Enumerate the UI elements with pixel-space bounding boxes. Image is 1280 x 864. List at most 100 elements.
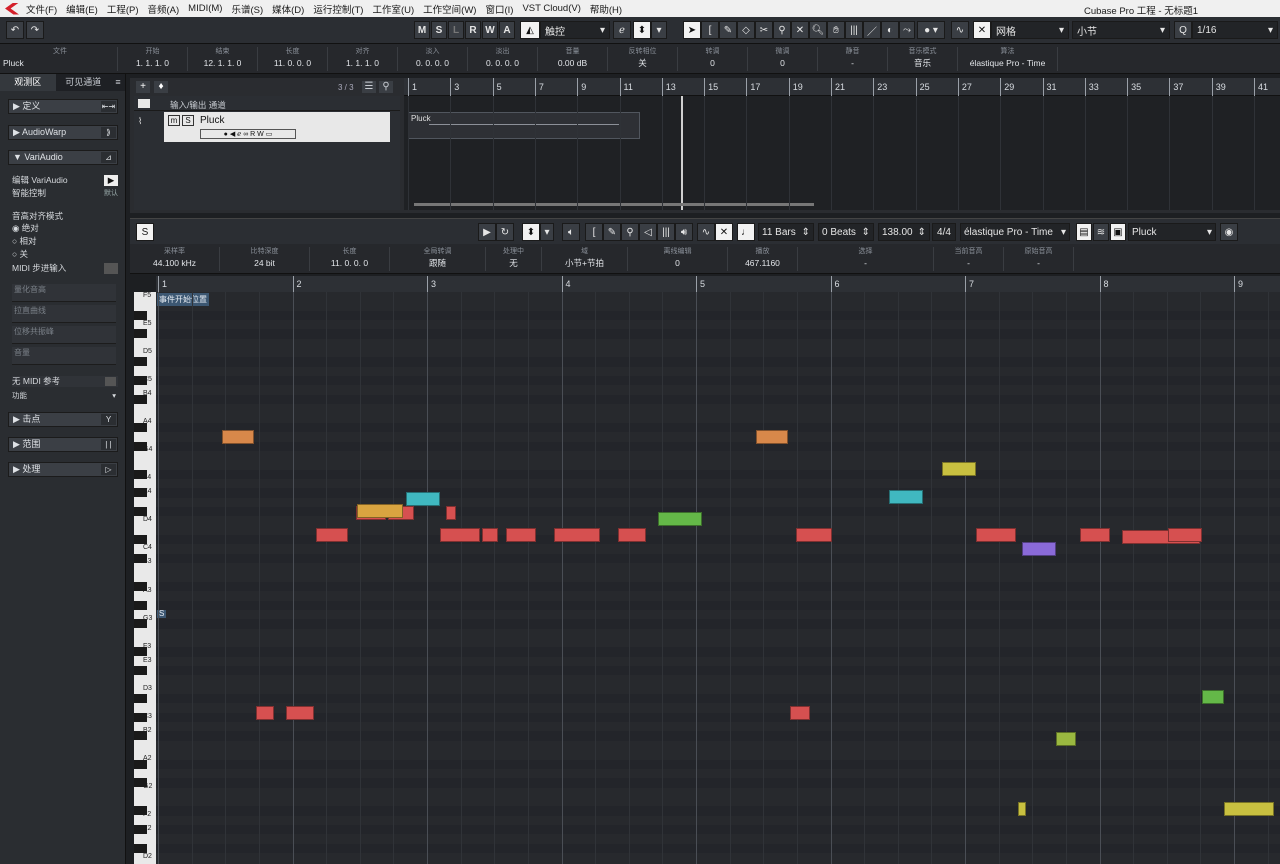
black-key[interactable]: [134, 376, 147, 386]
glue-tool-icon[interactable]: ⚲: [773, 21, 791, 39]
pitch-segment[interactable]: [446, 506, 456, 520]
pitch-segment[interactable]: [554, 528, 600, 542]
info-fadeout[interactable]: 淡出 0. 0. 0. 0: [468, 47, 538, 71]
info-phase[interactable]: 反转相位关: [608, 47, 678, 71]
audition-icon[interactable]: 🔈︎: [562, 223, 580, 241]
menu-project[interactable]: 工程(P): [107, 2, 139, 16]
section-define[interactable]: ▶ 定义 ⇤⇥: [8, 99, 118, 114]
mode-a-button[interactable]: A: [499, 21, 515, 39]
play-tool-icon[interactable]: ◐: [881, 21, 899, 39]
black-key[interactable]: [134, 441, 147, 451]
pitch-segment[interactable]: [406, 492, 440, 506]
pitch-segment[interactable]: [1056, 732, 1076, 746]
black-key[interactable]: [134, 422, 147, 432]
section-hitpoints[interactable]: ▶ 击点 Y: [8, 412, 118, 427]
algorithm-select[interactable]: élastique Pro - Time ▾: [960, 223, 1070, 241]
zoom-tool-icon[interactable]: ⚲: [621, 223, 639, 241]
bars-stepper[interactable]: 11 Bars ⇕: [758, 223, 814, 241]
horizontal-scrollbar[interactable]: [414, 203, 814, 206]
quantize-pitch-slider[interactable]: 量化音高: [12, 284, 116, 302]
section-range[interactable]: ▶ 范围 | |: [8, 437, 118, 452]
play-icon[interactable]: ▶: [478, 223, 496, 241]
info-file[interactable]: 文件 Pluck: [0, 47, 118, 71]
clip-icon[interactable]: ▣: [1110, 223, 1126, 241]
info-global-transpose[interactable]: 全局转调 跟随: [390, 247, 486, 271]
track-list-icon[interactable]: ☰: [362, 81, 376, 93]
pitch-segment[interactable]: [1224, 802, 1274, 816]
pitch-segment[interactable]: [256, 706, 274, 720]
constrain-icon[interactable]: ℯ: [613, 21, 631, 39]
black-key[interactable]: [134, 694, 147, 704]
audiowarp-icon[interactable]: ⟫: [101, 127, 116, 138]
auto-scroll-icon[interactable]: ⬍: [522, 223, 540, 241]
line-tool-icon[interactable]: ／: [863, 21, 881, 39]
mode-w-button[interactable]: W: [482, 21, 498, 39]
menu-vst-cloud[interactable]: VST Cloud(V): [522, 3, 580, 14]
section-audiowarp[interactable]: ▶ AudioWarp ⟫: [8, 125, 118, 140]
play-icon[interactable]: ▶: [104, 175, 118, 186]
draw-tool-icon[interactable]: ✎: [719, 21, 737, 39]
color-icon[interactable]: ◉: [1220, 223, 1238, 241]
snap-toggle-icon[interactable]: ✕: [715, 223, 733, 241]
chevron-down-icon[interactable]: ▾: [540, 223, 554, 241]
black-key[interactable]: [134, 535, 147, 545]
color-tool-icon[interactable]: ● ▾: [917, 21, 945, 39]
black-key[interactable]: [134, 600, 147, 610]
black-key[interactable]: [134, 581, 147, 591]
mute-tool-icon[interactable]: ✕: [791, 21, 809, 39]
section-variaudio[interactable]: ▼ VariAudio ⊿: [8, 150, 118, 165]
chevron-right-icon[interactable]: ⤳: [899, 21, 915, 39]
hand-tool-icon[interactable]: ✋︎: [827, 21, 845, 39]
signature-field[interactable]: 4/4: [932, 223, 956, 241]
draw-tool-icon[interactable]: ✎: [603, 223, 621, 241]
info-domain[interactable]: 域小节+节拍: [542, 247, 628, 271]
black-key[interactable]: [134, 824, 147, 834]
menu-icon[interactable]: ≡: [111, 74, 125, 91]
formant-shift-slider[interactable]: 位移共振峰: [12, 326, 116, 344]
view-icon[interactable]: ▤: [1076, 223, 1092, 241]
split-tool-icon[interactable]: ✂: [755, 21, 773, 39]
black-key[interactable]: [134, 310, 147, 320]
define-icon[interactable]: ⇤⇥: [101, 101, 116, 112]
chevron-down-icon[interactable]: ▾: [651, 21, 667, 39]
zoom-tool-icon[interactable]: 🔍︎: [809, 21, 827, 39]
pitch-segment[interactable]: [1080, 528, 1110, 542]
section-process[interactable]: ▶ 处理 ▷: [8, 462, 118, 477]
black-key[interactable]: [134, 806, 147, 816]
loop-icon[interactable]: ↻: [496, 223, 514, 241]
hitpoints-icon[interactable]: Y: [101, 414, 116, 425]
pitch-segment[interactable]: [1168, 528, 1202, 542]
menu-transport[interactable]: 运行控制(T): [313, 2, 363, 16]
track-type-icon[interactable]: ♦: [154, 81, 168, 93]
mode-s-button[interactable]: S: [431, 21, 447, 39]
mode-m-button[interactable]: M: [414, 21, 430, 39]
snap-zero-icon[interactable]: ∿: [951, 21, 969, 39]
pitch-segment[interactable]: [756, 430, 788, 444]
pitch-segment[interactable]: [222, 430, 254, 444]
pitch-segment[interactable]: [1022, 542, 1056, 556]
smart-control-row[interactable]: 智能控制 默认: [12, 188, 118, 199]
pitch-segment[interactable]: [440, 528, 480, 542]
info-start[interactable]: 开始 1. 1. 1. 0: [118, 47, 188, 71]
function-select[interactable]: 功能 ▾: [12, 390, 118, 401]
black-key[interactable]: [134, 488, 147, 498]
pitch-segment[interactable]: [942, 462, 976, 476]
menu-score[interactable]: 乐谱(S): [231, 2, 263, 16]
midi-reference-icon[interactable]: [105, 377, 116, 386]
variaudio-icon[interactable]: ⊿: [101, 152, 116, 163]
grid-value-select[interactable]: 小节 ▾: [1072, 21, 1170, 39]
quantize-select[interactable]: 1/16 ▾: [1192, 21, 1278, 39]
metronome-icon[interactable]: ♩: [737, 223, 755, 241]
info-musical-mode[interactable]: 音乐模式 音乐: [888, 47, 958, 71]
pitch-segment[interactable]: [286, 706, 314, 720]
search-icon[interactable]: ⚲: [379, 81, 393, 93]
project-ruler[interactable]: 1 3 5 7 9 11 13 15 17 19 21 23 25 27 29 31 33 35 37 39 41: [404, 78, 1280, 96]
tempo-stepper[interactable]: 138.00 ⇕: [878, 223, 930, 241]
timewarp-tool-icon[interactable]: |||: [657, 223, 675, 241]
pitch-segment[interactable]: [357, 504, 403, 518]
range-tool-icon[interactable]: [: [701, 21, 719, 39]
add-track-icon[interactable]: +: [136, 81, 150, 93]
audio-track[interactable]: m S Pluck ● ◀ ℯ ∞ R W ▭: [164, 112, 390, 142]
pitch-segment[interactable]: [506, 528, 536, 542]
black-key[interactable]: [134, 666, 147, 675]
